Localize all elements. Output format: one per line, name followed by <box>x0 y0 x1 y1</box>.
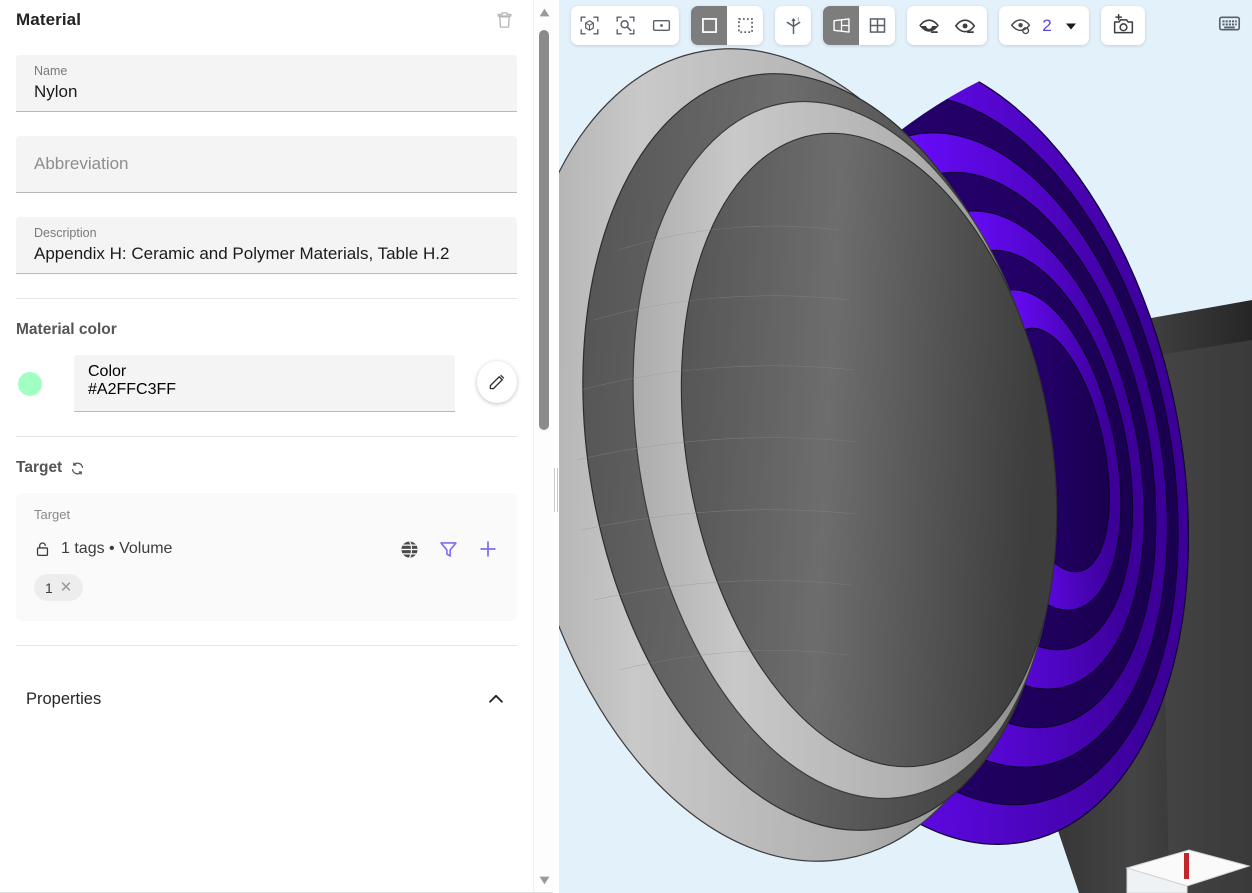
fit-to-screen-button[interactable] <box>643 6 679 45</box>
hide-selected-button[interactable] <box>911 6 947 45</box>
color-hex-field[interactable]: Color #A2FFC3FF <box>74 355 456 412</box>
page-title: Material <box>16 10 82 29</box>
show-selected-button[interactable] <box>947 6 983 45</box>
add-camera-icon <box>1113 14 1133 34</box>
abbreviation-field[interactable]: Abbreviation <box>16 136 517 193</box>
abbreviation-field-placeholder: Abbreviation <box>34 154 129 173</box>
layout-group <box>823 6 895 45</box>
model-render <box>559 0 1252 893</box>
split-view-icon <box>832 18 850 33</box>
delete-material-button[interactable] <box>491 7 517 33</box>
fit-to-screen-icon <box>652 19 670 32</box>
description-field[interactable]: Description Appendix H: Ceramic and Poly… <box>16 217 517 274</box>
panel-scrollbar[interactable] <box>533 0 553 892</box>
section-count-dropdown[interactable] <box>1057 6 1085 45</box>
pencil-icon <box>489 374 504 390</box>
close-icon[interactable]: ✕ <box>60 580 73 595</box>
fit-to-object-button[interactable] <box>571 6 607 45</box>
viewport-3d[interactable]: i 2 <box>559 0 1252 893</box>
color-hex-label: Color <box>88 363 127 380</box>
trash-icon <box>496 12 512 28</box>
material-panel: Material Name Nylon Abbreviation Descrip… <box>0 0 553 893</box>
selection-mode-group <box>691 6 763 45</box>
chevron-up-icon <box>489 694 503 703</box>
target-card-label: Target <box>34 507 71 522</box>
viewport-toolbar: i 2 <box>571 6 1145 45</box>
target-heading: Target <box>16 459 517 477</box>
caret-down-icon <box>1066 23 1076 29</box>
edit-color-button[interactable] <box>477 360 517 403</box>
material-panel-content: Material Name Nylon Abbreviation Descrip… <box>0 0 533 892</box>
target-actions <box>399 538 499 560</box>
field-spacer <box>16 193 517 202</box>
quad-view-button[interactable] <box>859 6 895 45</box>
divider <box>16 645 517 646</box>
material-color-heading-label: Material color <box>16 321 117 338</box>
visibility-group <box>907 6 987 45</box>
target-heading-label: Target <box>16 459 63 476</box>
keyboard-shortcuts-button[interactable] <box>1212 6 1246 40</box>
section-count-group: 2 <box>999 6 1089 45</box>
zoom-to-selection-icon <box>615 16 635 35</box>
panel-body: Name Nylon Abbreviation Description Appe… <box>0 55 533 722</box>
eye-section-button[interactable] <box>1003 6 1039 45</box>
app-root: Material Name Nylon Abbreviation Descrip… <box>0 0 1252 893</box>
section-count-value: 2 <box>1042 15 1052 35</box>
divider <box>16 436 517 437</box>
add-snapshot-button[interactable] <box>1101 6 1145 45</box>
target-summary-left: 1 tags • Volume <box>34 540 172 558</box>
triangle-up-icon[interactable] <box>539 8 550 17</box>
color-hex-value: #A2FFC3FF <box>88 381 177 398</box>
name-field-value: Nylon <box>34 82 78 101</box>
globe-icon[interactable] <box>399 539 420 560</box>
material-color-heading: Material color <box>16 321 517 339</box>
axis-info-icon: i <box>786 17 800 35</box>
svg-text:i: i <box>797 17 798 24</box>
axis-group: i <box>775 6 811 45</box>
tag-chip[interactable]: 1 ✕ <box>34 574 84 601</box>
split-view-button[interactable] <box>823 6 859 45</box>
panel-scrollbar-thumb[interactable] <box>539 30 549 430</box>
solid-square-select-button[interactable] <box>691 6 727 45</box>
eye-minus-right-icon <box>954 19 975 34</box>
properties-accordion[interactable]: Properties <box>16 676 517 722</box>
dashed-square-select-icon <box>737 18 753 33</box>
quad-view-icon <box>869 18 885 33</box>
keyboard-icon <box>1218 16 1240 30</box>
material-color-row: Color #A2FFC3FF <box>16 355 517 412</box>
panel-resize-handle[interactable] <box>553 468 560 512</box>
fit-to-object-icon <box>579 16 599 35</box>
plus-icon[interactable] <box>477 538 499 560</box>
description-field-value: Appendix H: Ceramic and Polymer Material… <box>34 244 450 263</box>
target-card: Target 1 tags • Volume 1 ✕ <box>16 493 517 621</box>
dashed-square-select-button[interactable] <box>727 6 763 45</box>
filter-icon[interactable] <box>438 539 459 560</box>
panel-header: Material <box>0 0 533 40</box>
description-field-label: Description <box>34 226 97 240</box>
lock-icon[interactable] <box>34 540 51 558</box>
eye-section-icon <box>1010 18 1031 34</box>
name-field-label: Name <box>34 64 68 78</box>
target-summary-text: 1 tags • Volume <box>61 540 173 557</box>
target-summary-row: 1 tags • Volume <box>34 538 499 560</box>
eye-minus-left-icon <box>918 19 939 34</box>
solid-square-select-icon <box>701 18 717 33</box>
divider <box>16 298 517 299</box>
field-spacer <box>16 112 517 121</box>
tag-chip-label: 1 <box>45 579 53 596</box>
triangle-down-icon[interactable] <box>539 876 550 885</box>
color-swatch[interactable] <box>18 371 42 396</box>
snapshot-group <box>1101 6 1145 45</box>
name-field[interactable]: Name Nylon <box>16 55 517 112</box>
zoom-to-selection-button[interactable] <box>607 6 643 45</box>
refresh-icon[interactable] <box>70 461 85 476</box>
view-fit-group <box>571 6 679 45</box>
axis-info-button[interactable]: i <box>775 6 811 45</box>
properties-accordion-label: Properties <box>26 689 102 708</box>
